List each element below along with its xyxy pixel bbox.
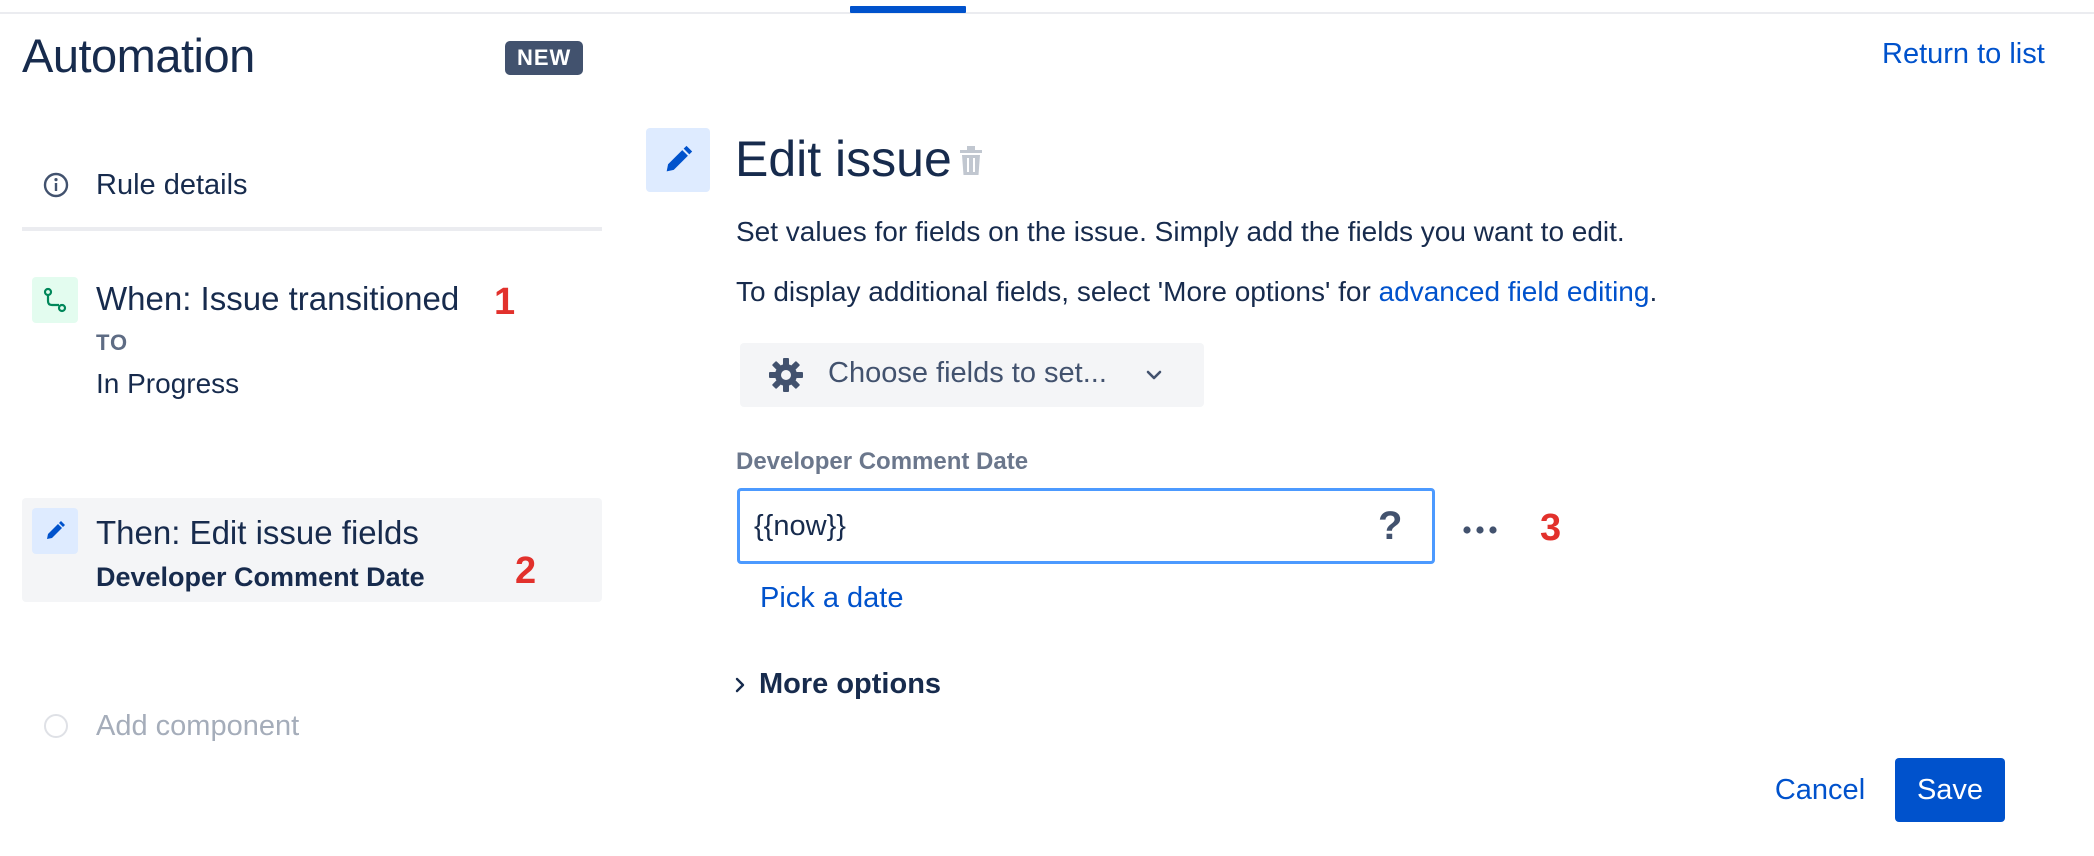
advanced-field-editing-link[interactable]: advanced field editing <box>1379 276 1650 307</box>
choose-fields-button[interactable]: Choose fields to set... <box>740 343 1204 407</box>
add-component-label: Add component <box>96 710 300 742</box>
sidebar-divider <box>22 227 602 231</box>
choose-fields-label: Choose fields to set... <box>828 357 1107 389</box>
empty-circle-icon <box>44 714 68 738</box>
active-tab-indicator <box>850 6 966 13</box>
return-to-list-link[interactable]: Return to list <box>1882 38 2045 71</box>
gear-icon <box>768 357 804 393</box>
cancel-button[interactable]: Cancel <box>1760 758 1880 822</box>
trigger-branch-icon <box>32 277 78 323</box>
more-actions-icon[interactable] <box>1460 510 1500 550</box>
annotation-number-2: 2 <box>515 550 537 592</box>
developer-comment-date-input[interactable] <box>737 488 1435 564</box>
more-options-label: More options <box>759 668 942 700</box>
trigger-value: In Progress <box>96 368 240 399</box>
sidebar-item-rule-details[interactable]: Rule details <box>22 150 602 220</box>
panel-title: Edit issue <box>735 131 952 187</box>
field-label: Developer Comment Date <box>736 448 1029 475</box>
page-title: Automation <box>22 29 255 82</box>
trigger-title: When: Issue transitioned <box>96 280 460 317</box>
description-suffix: . <box>1649 276 1658 307</box>
info-icon <box>40 169 72 201</box>
panel-description: Set values for fields on the issue. Simp… <box>736 216 1625 247</box>
save-button[interactable]: Save <box>1895 758 2005 822</box>
top-border <box>0 12 2094 14</box>
panel-description-2: To display additional fields, select 'Mo… <box>736 276 1657 308</box>
pencil-icon <box>646 128 710 192</box>
description-text: To display additional fields, select 'Mo… <box>736 276 1379 307</box>
trash-icon[interactable] <box>958 145 986 179</box>
pick-a-date-link[interactable]: Pick a date <box>760 582 903 615</box>
add-component-button[interactable]: Add component <box>22 705 602 749</box>
new-badge: NEW <box>505 41 584 75</box>
help-icon[interactable]: ? <box>1378 504 1402 549</box>
action-sub-label: Developer Comment Date <box>96 562 425 592</box>
annotation-number-1: 1 <box>494 281 516 323</box>
sidebar-item-label: Rule details <box>96 168 248 201</box>
chevron-down-icon <box>1144 365 1164 385</box>
action-title: Then: Edit issue fields <box>96 514 419 551</box>
more-options-toggle[interactable]: More options <box>733 668 941 701</box>
trigger-sub-label: TO <box>96 330 129 355</box>
chevron-right-icon <box>733 675 747 695</box>
pencil-icon <box>32 508 78 554</box>
annotation-number-3: 3 <box>1540 507 1562 549</box>
